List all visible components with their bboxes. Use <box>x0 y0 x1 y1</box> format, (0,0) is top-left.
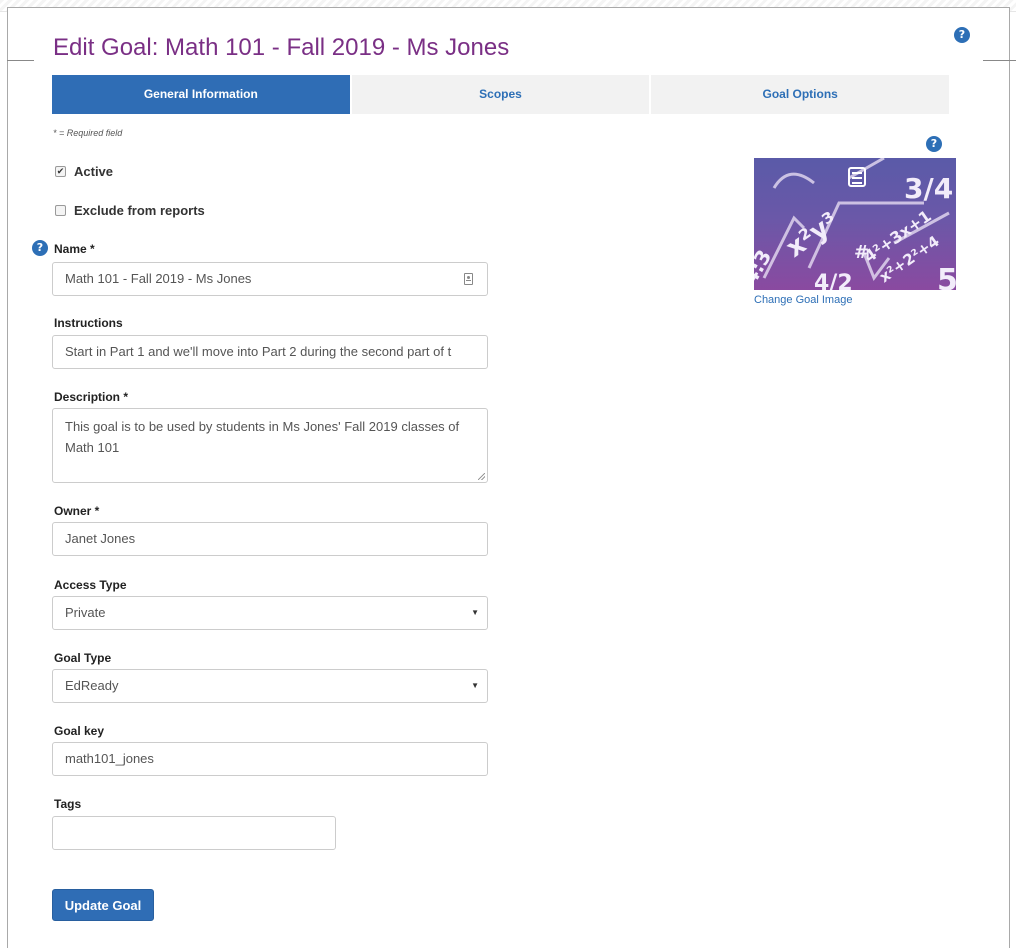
tags-label: Tags <box>54 797 82 811</box>
owner-label: Owner * <box>54 504 100 518</box>
tab-general-information[interactable]: General Information <box>52 75 350 114</box>
tab-goal-options[interactable]: Goal Options <box>649 75 950 114</box>
goal-image: 3/4 x²y³ 4²+3x+1 x²+2²+4 # 4:3 4/2 5 <box>754 158 956 290</box>
goal-key-input[interactable]: math101_jones <box>52 742 488 776</box>
active-checkbox[interactable]: ✔ <box>55 166 66 177</box>
page-help-icon[interactable]: ? <box>954 27 970 43</box>
access-type-select[interactable]: Private ▼ <box>52 596 488 630</box>
exclude-label: Exclude from reports <box>74 203 205 218</box>
chevron-down-icon: ▼ <box>471 681 479 690</box>
name-label: Name * <box>54 242 95 256</box>
page-title: Edit Goal: Math 101 - Fall 2019 - Ms Jon… <box>53 34 510 61</box>
goal-type-select[interactable]: EdReady ▼ <box>52 669 488 703</box>
artwork-text: 5 <box>937 263 956 290</box>
tags-input[interactable] <box>52 816 336 850</box>
change-goal-image-link[interactable]: Change Goal Image <box>754 294 852 306</box>
access-type-value: Private <box>65 605 106 620</box>
header-divider-left <box>7 60 34 61</box>
goal-type-label: Goal Type <box>54 651 112 665</box>
active-checkbox-row[interactable]: ✔ Active <box>55 164 113 179</box>
tab-scopes[interactable]: Scopes <box>349 75 650 114</box>
active-label: Active <box>74 164 114 179</box>
chevron-down-icon: ▼ <box>471 608 479 617</box>
resize-handle-icon[interactable] <box>478 473 485 480</box>
goal-key-label: Goal key <box>54 724 105 738</box>
access-type-label: Access Type <box>54 578 127 592</box>
header-divider-right <box>983 60 1016 61</box>
artwork-text: 4/2 <box>814 271 853 290</box>
required-field-note: * = Required field <box>53 128 123 138</box>
exclude-checkbox-row[interactable]: Exclude from reports <box>55 203 205 218</box>
name-help-icon[interactable]: ? <box>32 240 48 256</box>
instructions-label: Instructions <box>54 316 123 330</box>
instructions-input[interactable]: Start in Part 1 and we'll move into Part… <box>52 335 488 369</box>
description-label: Description * <box>54 390 129 404</box>
goal-type-value: EdReady <box>65 678 119 693</box>
name-input[interactable]: Math 101 - Fall 2019 - Ms Jones <box>52 262 488 296</box>
description-textarea[interactable]: This goal is to be used by students in M… <box>52 408 488 483</box>
contact-card-icon <box>464 273 473 285</box>
goal-image-help-icon[interactable]: ? <box>926 136 942 152</box>
exclude-checkbox[interactable] <box>55 205 66 216</box>
name-input-value: Math 101 - Fall 2019 - Ms Jones <box>65 271 252 286</box>
tab-bar: General Information Scopes Goal Options <box>52 75 950 114</box>
artwork-text: 3/4 <box>904 172 953 205</box>
artwork-text: 4:3 <box>754 245 776 288</box>
artwork-text: # <box>854 242 869 263</box>
description-value: This goal is to be used by students in M… <box>65 419 460 455</box>
owner-input[interactable]: Janet Jones <box>52 522 488 556</box>
goal-image-artwork: 3/4 x²y³ 4²+3x+1 x²+2²+4 # 4:3 4/2 5 <box>754 158 956 290</box>
update-goal-button[interactable]: Update Goal <box>52 889 154 921</box>
